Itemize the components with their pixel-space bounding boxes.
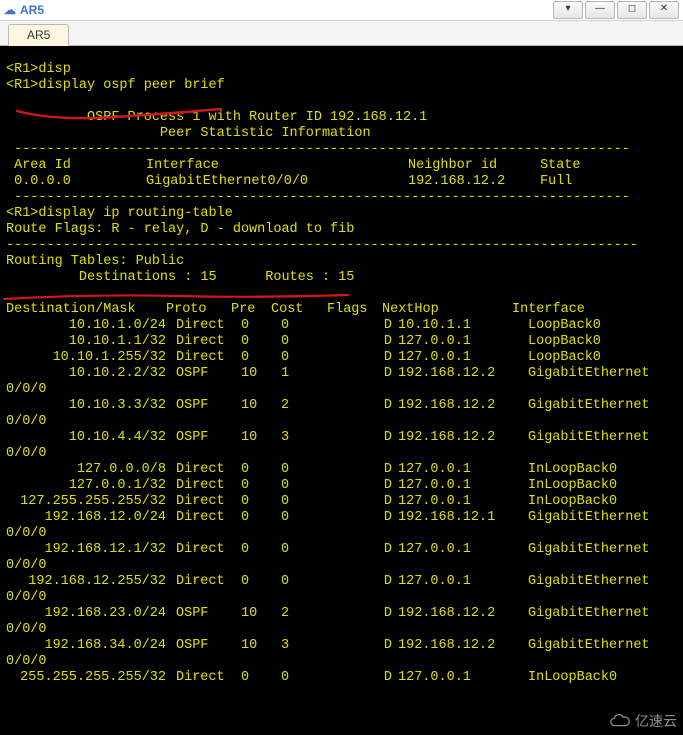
table-row: 10.10.1.255/32Direct00D127.0.0.1LoopBack… [6, 350, 601, 365]
table-row-wrap: 0/0/0 [6, 654, 47, 669]
table-row-wrap: 0/0/0 [6, 446, 47, 461]
window-title: AR5 [20, 3, 44, 17]
tab-ar5[interactable]: AR5 [8, 24, 69, 46]
window-title-group: ☁ AR5 [4, 3, 44, 17]
table-row: 10.10.2.2/32OSPF101D192.168.12.2GigabitE… [6, 366, 650, 381]
table-row: 127.0.0.0/8Direct00D127.0.0.1InLoopBack0 [6, 462, 617, 477]
table-row: 10.10.4.4/32OSPF103D192.168.12.2GigabitE… [6, 430, 650, 445]
line-ospf-header: OSPF Process 1 with Router ID 192.168.12… [6, 110, 427, 125]
line-cmd-ospf: <R1>display ospf peer brief [6, 78, 225, 93]
window-close-button[interactable]: ✕ [649, 1, 679, 19]
watermark-text: 亿速云 [635, 713, 677, 729]
table-row: 127.255.255.255/32Direct00D127.0.0.1InLo… [6, 494, 617, 509]
line-tables-public: Routing Tables: Public [6, 254, 184, 269]
line-rule-dash-2: ----------------------------------------… [6, 190, 630, 205]
table-row-wrap: 0/0/0 [6, 526, 47, 541]
table-row-wrap: 0/0/0 [6, 590, 47, 605]
window-controls: ▾ — ◻ ✕ [551, 1, 679, 19]
table-row: 192.168.34.0/24OSPF103D192.168.12.2Gigab… [6, 638, 650, 653]
line-rule-long: ----------------------------------------… [6, 238, 638, 253]
line-cmd-route: <R1>display ip routing-table [6, 206, 233, 221]
table-row: 192.168.12.1/32Direct00D127.0.0.1Gigabit… [6, 542, 650, 557]
terminal-output[interactable]: <R1>disp <R1>display ospf peer brief OSP… [0, 46, 683, 735]
table-row: 127.0.0.1/32Direct00D127.0.0.1InLoopBack… [6, 478, 617, 493]
line-rule-dash-1: ----------------------------------------… [6, 142, 630, 157]
cloud-icon [609, 713, 631, 729]
app-logo-icon: ☁ [4, 4, 16, 16]
table-row: 192.168.23.0/24OSPF102D192.168.12.2Gigab… [6, 606, 650, 621]
table-row: 10.10.1.0/24Direct00D10.10.1.1LoopBack0 [6, 318, 601, 333]
window-maximize-button[interactable]: ◻ [617, 1, 647, 19]
table-row: 255.255.255.255/32Direct00D127.0.0.1InLo… [6, 670, 617, 685]
window-minimize-button[interactable]: — [585, 1, 615, 19]
table-row: 192.168.12.0/24Direct00D192.168.12.1Giga… [6, 510, 650, 525]
routing-header-row: Destination/MaskProtoPreCostFlagsNextHop… [6, 302, 585, 317]
window-titlebar: ☁ AR5 ▾ — ◻ ✕ [0, 0, 683, 21]
table-row-wrap: 0/0/0 [6, 414, 47, 429]
tab-bar: AR5 [0, 21, 683, 46]
line-disp-fragment: <R1>disp [6, 62, 71, 77]
line-dest-routes: Destinations : 15 Routes : 15 [6, 270, 354, 285]
line-route-flags: Route Flags: R - relay, D - download to … [6, 222, 354, 237]
line-ospf-sub: Peer Statistic Information [6, 126, 371, 141]
table-row: 10.10.1.1/32Direct00D127.0.0.1LoopBack0 [6, 334, 601, 349]
table-row-wrap: 0/0/0 [6, 382, 47, 397]
tab-label: AR5 [27, 28, 50, 42]
table-row-wrap: 0/0/0 [6, 558, 47, 573]
ospf-peer-row: 0.0.0.0GigabitEthernet0/0/0192.168.12.2F… [6, 174, 600, 189]
table-row-wrap: 0/0/0 [6, 622, 47, 637]
ospf-header-row: Area IdInterfaceNeighbor idState [6, 158, 600, 173]
window-menu-button[interactable]: ▾ [553, 1, 583, 19]
watermark: 亿速云 [609, 713, 677, 729]
table-row: 10.10.3.3/32OSPF102D192.168.12.2GigabitE… [6, 398, 650, 413]
table-row: 192.168.12.255/32Direct00D127.0.0.1Gigab… [6, 574, 650, 589]
